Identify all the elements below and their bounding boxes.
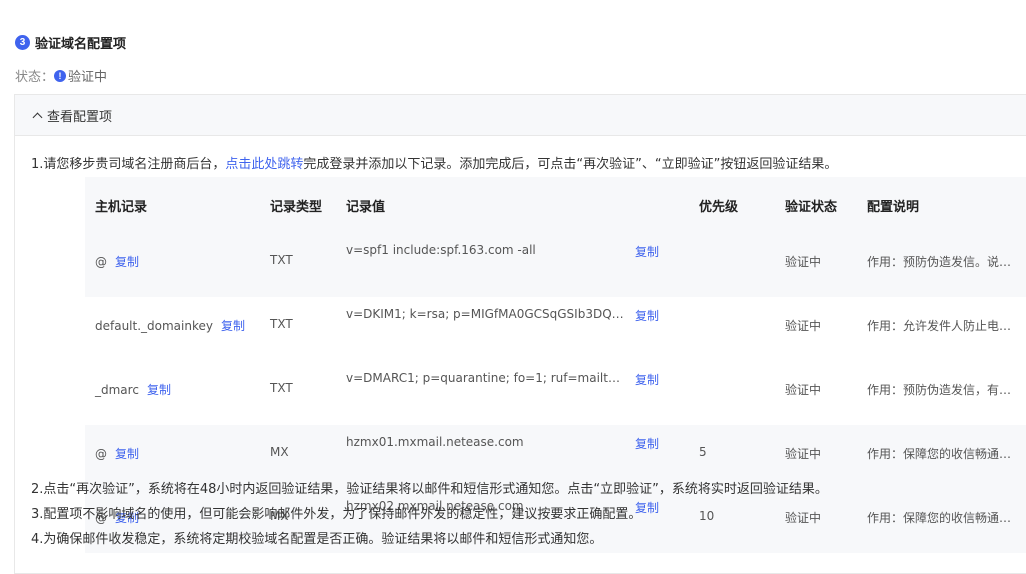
step-number-badge: 3 (15, 35, 30, 50)
col-header-host: 主机记录 (85, 177, 260, 233)
host-value: @ (95, 255, 107, 269)
record-value: v=DMARC1; p=quarantine; fo=1; ruf=mailto… (346, 371, 625, 385)
priority (689, 233, 775, 297)
col-header-type: 记录类型 (260, 177, 336, 233)
section-title-text: 验证域名配置项 (35, 37, 127, 52)
registrar-link[interactable]: 点击此处跳转 (225, 157, 303, 172)
col-header-status: 验证状态 (775, 177, 857, 233)
record-type: TXT (270, 317, 293, 331)
note-3: 3.配置项不影响域名的使用，但可能会影响邮件外发，为了保持邮件外发的稳定性，建议… (31, 507, 642, 522)
copy-host-button[interactable]: 复制 (115, 255, 139, 269)
copy-host-button[interactable]: 复制 (147, 383, 171, 397)
host-value: _dmarc (95, 383, 139, 397)
note-2: 2.点击“再次验证”，系统将在48小时内返回验证结果，验证结果将以邮件和短信形式… (31, 482, 828, 497)
section-title: 3 验证域名配置项 (15, 33, 126, 52)
config-desc: 作用：保障您的收信畅通… (867, 511, 1012, 525)
chevron-up-icon (32, 112, 43, 122)
record-type: TXT (260, 233, 336, 297)
record-value: v=DKIM1; k=rsa; p=MIGfMA0GCSqGSIb3DQEBA… (346, 307, 625, 321)
verify-status: 验证中 (785, 319, 822, 333)
table-row: default._domainkey 复制 TXT v=DKIM1; k=rsa;… (85, 297, 1026, 361)
copy-value-button[interactable]: 复制 (635, 245, 659, 259)
config-desc: 作用：允许发件人防止电… (867, 319, 1012, 333)
table-row: @ 复制 TXT v=spf1 include:spf.163.com -all … (85, 233, 1026, 297)
verify-status: 验证中 (775, 489, 857, 553)
config-desc: 作用：预防伪造发信。说… (867, 255, 1012, 269)
config-panel: 查看配置项 1.请您移步贵司域名注册商后台，点击此处跳转完成登录并添加以下记录。… (14, 94, 1026, 574)
col-header-priority: 优先级 (689, 177, 775, 233)
priority (689, 361, 775, 425)
priority (689, 297, 775, 361)
config-desc: 作用：预防伪造发信，有… (867, 383, 1012, 397)
copy-value-button[interactable]: 复制 (635, 373, 659, 387)
status-label: 状态： (15, 70, 55, 85)
status-line: 状态： ! 验证中 (15, 66, 107, 85)
config-desc: 作用：保障您的收信畅通… (867, 447, 1012, 461)
record-value: v=spf1 include:spf.163.com -all (336, 233, 625, 297)
verify-status: 验证中 (775, 233, 857, 297)
host-value: default._domainkey (95, 319, 213, 333)
note-4: 4.为确保邮件收发稳定，系统将定期校验域名配置是否正确。验证结果将以邮件和短信形… (31, 532, 603, 547)
table-header-row: 主机记录 记录类型 记录值 优先级 验证状态 配置说明 (85, 177, 1026, 233)
record-type: TXT (270, 381, 293, 395)
info-icon: ! (54, 69, 67, 82)
instruction-1: 1.请您移步贵司域名注册商后台，点击此处跳转完成登录并添加以下记录。添加完成后，… (31, 157, 838, 172)
copy-host-button[interactable]: 复制 (221, 319, 245, 333)
table-row: _dmarc 复制 TXT v=DMARC1; p=quarantine; fo=… (85, 361, 1026, 425)
priority: 10 (689, 489, 775, 553)
verify-status: 验证中 (785, 383, 822, 397)
panel-header-label: 查看配置项 (47, 109, 113, 125)
copy-host-button[interactable]: 复制 (115, 447, 139, 461)
col-header-value: 记录值 (336, 177, 625, 233)
copy-value-button[interactable]: 复制 (635, 309, 659, 323)
col-header-copy-spacer (625, 177, 689, 233)
status-value: 验证中 (68, 70, 108, 85)
host-value: @ (95, 447, 107, 461)
panel-toggle[interactable]: 查看配置项 (15, 95, 1026, 136)
copy-value-button[interactable]: 复制 (635, 437, 659, 451)
col-header-desc: 配置说明 (857, 177, 1026, 233)
